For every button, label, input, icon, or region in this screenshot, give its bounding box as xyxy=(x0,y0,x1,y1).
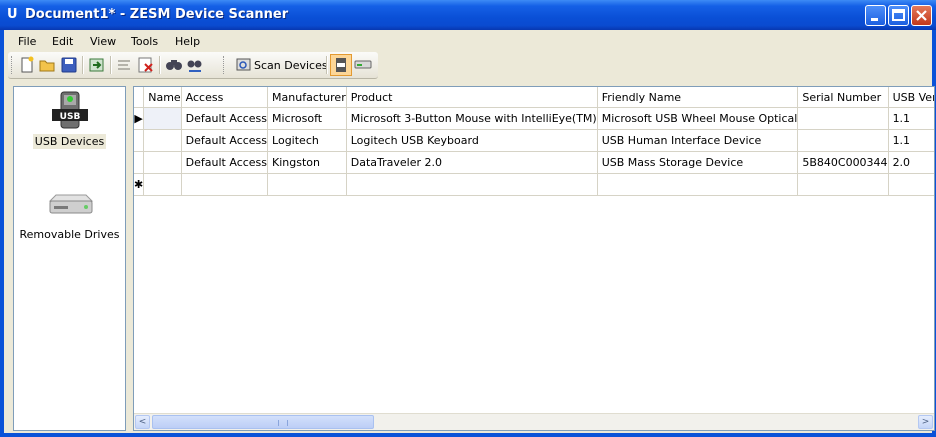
edit-disabled-icon[interactable] xyxy=(116,56,134,74)
cell-usb-version[interactable]: 1.1 xyxy=(888,129,934,152)
cell-manufacturer[interactable] xyxy=(267,173,347,196)
delete-icon[interactable] xyxy=(137,56,155,74)
cell-product[interactable]: DataTraveler 2.0 xyxy=(346,151,598,174)
menu-bar: File Edit View Tools Help xyxy=(4,30,932,52)
cell-name[interactable] xyxy=(143,129,182,152)
toolbar-grip[interactable] xyxy=(223,56,227,74)
maximize-icon xyxy=(892,9,905,21)
usb-view-icon xyxy=(336,58,346,72)
column-header-usb-version[interactable]: USB Version xyxy=(888,87,934,108)
app-window: U Document1* - ZESM Device Scanner File … xyxy=(0,0,936,437)
menu-tools[interactable]: Tools xyxy=(131,35,158,48)
window-title: Document1* - ZESM Device Scanner xyxy=(25,7,289,22)
cell-access[interactable] xyxy=(181,173,269,196)
column-header-manufacturer[interactable]: Manufacturer xyxy=(267,87,347,108)
category-label: USB Devices xyxy=(32,134,107,149)
cell-serial-number[interactable] xyxy=(797,107,889,130)
close-icon xyxy=(916,10,927,21)
category-label: Removable Drives xyxy=(19,228,120,241)
scroll-right-button[interactable]: > xyxy=(918,415,933,429)
device-table: Name Access Manufacturer Product Friendl… xyxy=(134,87,934,196)
column-header-friendly-name[interactable]: Friendly Name xyxy=(597,87,799,108)
cell-friendly-name[interactable]: Microsoft USB Wheel Mouse Optical xyxy=(597,107,799,130)
cell-product[interactable]: Logitech USB Keyboard xyxy=(346,129,598,152)
cell-manufacturer[interactable]: Kingston xyxy=(267,151,347,174)
import-icon[interactable] xyxy=(88,56,106,74)
minimize-button[interactable] xyxy=(865,5,886,26)
cell-access[interactable]: Default Access xyxy=(181,129,269,152)
column-header-serial-number[interactable]: Serial Number xyxy=(797,87,889,108)
device-category-panel: USB USB Devices Removable Drives xyxy=(13,86,126,431)
drive-view-button[interactable] xyxy=(353,54,375,76)
cell-usb-version[interactable]: 2.0 xyxy=(888,151,934,174)
toolbar: Scan Devices xyxy=(8,52,378,79)
scroll-left-button[interactable]: < xyxy=(135,415,150,429)
removable-drive-icon xyxy=(48,194,93,214)
drive-view-icon xyxy=(354,60,372,69)
cell-usb-version[interactable]: 1.1 xyxy=(888,107,934,130)
menu-edit[interactable]: Edit xyxy=(52,35,73,48)
scrollbar-grip-icon xyxy=(278,420,288,426)
find-next-icon[interactable] xyxy=(186,56,204,74)
column-header-name[interactable]: Name xyxy=(143,87,182,108)
svg-text:USB: USB xyxy=(59,112,80,122)
horizontal-scrollbar[interactable]: < > xyxy=(134,413,934,430)
cell-usb-version[interactable] xyxy=(888,173,934,196)
row-marker[interactable] xyxy=(134,129,145,152)
row-marker[interactable] xyxy=(134,151,145,174)
cell-name[interactable] xyxy=(143,173,182,196)
table-header-row: Name Access Manufacturer Product Friendl… xyxy=(134,87,934,108)
cell-friendly-name[interactable] xyxy=(597,173,799,196)
toolbar-grip[interactable] xyxy=(11,56,15,74)
scan-icon xyxy=(236,58,251,71)
column-header-access[interactable]: Access xyxy=(181,87,269,108)
cell-manufacturer[interactable]: Logitech xyxy=(267,129,347,152)
cell-serial-number[interactable] xyxy=(797,173,889,196)
find-icon[interactable] xyxy=(165,56,183,74)
cell-friendly-name[interactable]: USB Mass Storage Device xyxy=(597,151,799,174)
cell-friendly-name[interactable]: USB Human Interface Device xyxy=(597,129,799,152)
cell-serial-number[interactable]: 5B840C000344 xyxy=(797,151,889,174)
cell-product[interactable] xyxy=(346,173,598,196)
cell-name[interactable] xyxy=(143,107,182,130)
toolbar-separator xyxy=(82,56,84,74)
cell-product[interactable]: Microsoft 3-Button Mouse with IntelliEye… xyxy=(346,107,598,130)
usb-drive-icon: USB xyxy=(51,91,88,129)
app-icon: U xyxy=(7,7,18,22)
toolbar-separator xyxy=(326,56,328,74)
device-grid: Name Access Manufacturer Product Friendl… xyxy=(133,86,935,431)
table-row[interactable]: Default Access Kingston DataTraveler 2.0… xyxy=(134,151,934,174)
current-row-marker[interactable]: ▶ xyxy=(134,107,145,130)
toolbar-separator xyxy=(110,56,112,74)
close-button[interactable] xyxy=(911,5,932,26)
new-row[interactable]: ✱ xyxy=(134,173,934,196)
title-bar[interactable]: U Document1* - ZESM Device Scanner xyxy=(0,0,936,30)
menu-help[interactable]: Help xyxy=(175,35,200,48)
minimize-icon xyxy=(871,18,878,21)
new-icon[interactable] xyxy=(18,56,36,74)
toolbar-separator xyxy=(159,56,161,74)
menu-view[interactable]: View xyxy=(90,35,116,48)
scan-devices-button[interactable]: Scan Devices xyxy=(232,55,328,75)
cell-manufacturer[interactable]: Microsoft xyxy=(267,107,347,130)
table-row[interactable]: Default Access Logitech Logitech USB Key… xyxy=(134,129,934,152)
column-header-product[interactable]: Product xyxy=(346,87,598,108)
cell-access[interactable]: Default Access xyxy=(181,151,269,174)
cell-access[interactable]: Default Access xyxy=(181,107,269,130)
row-header-corner xyxy=(134,87,145,108)
new-row-marker[interactable]: ✱ xyxy=(134,173,145,196)
scrollbar-thumb[interactable] xyxy=(152,415,374,429)
category-usb-devices[interactable]: USB USB Devices xyxy=(14,90,125,149)
maximize-button[interactable] xyxy=(888,5,909,26)
table-row[interactable]: ▶ Default Access Microsoft Microsoft 3-B… xyxy=(134,107,934,130)
menu-file[interactable]: File xyxy=(18,35,36,48)
usb-view-button[interactable] xyxy=(330,54,352,76)
cell-name[interactable] xyxy=(143,151,182,174)
cell-serial-number[interactable] xyxy=(797,129,889,152)
save-icon[interactable] xyxy=(60,56,78,74)
category-removable-drives[interactable]: Removable Drives xyxy=(14,187,125,242)
open-icon[interactable] xyxy=(39,56,57,74)
